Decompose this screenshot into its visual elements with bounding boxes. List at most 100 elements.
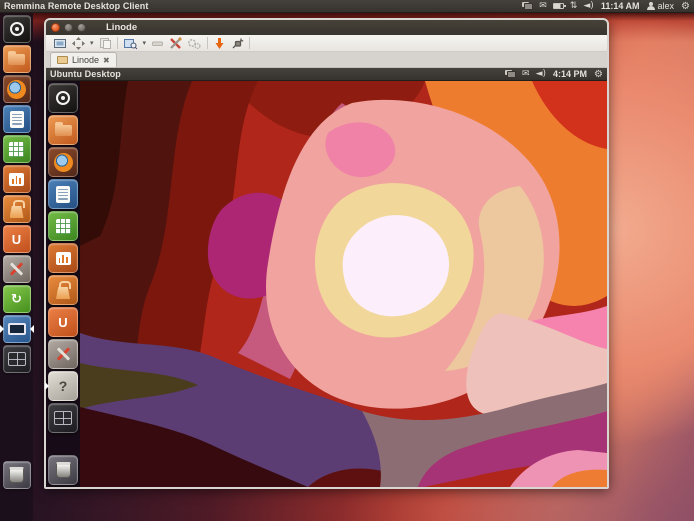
- remote-launcher-item-home-folder[interactable]: [48, 115, 78, 145]
- gears-button[interactable]: [187, 37, 202, 50]
- writer-doc-icon: [10, 111, 24, 128]
- remote-desktop-viewport[interactable]: Ubuntu Desktop ✉ ◄) 4:14 PM ⚙: [46, 68, 607, 487]
- gear-icon[interactable]: ⚙: [681, 1, 690, 12]
- mail-icon[interactable]: ✉: [539, 2, 547, 11]
- ubuntu-logo-icon: [56, 91, 70, 105]
- scale-window-button[interactable]: [72, 37, 85, 50]
- writer-doc-icon: [56, 186, 70, 203]
- scale-options-caret[interactable]: ▾: [90, 39, 94, 47]
- trash-bin-icon: [56, 462, 71, 478]
- shopping-bag-icon: [10, 200, 24, 218]
- user-menu[interactable]: alex: [647, 1, 675, 11]
- screen: Remmina Remote Desktop Client ✉ ⇅ ◄) 11:…: [0, 0, 694, 521]
- launcher-item-home-folder[interactable]: [3, 45, 31, 73]
- tab-bar: Linode ✖: [46, 52, 607, 68]
- minimize-button[interactable]: [64, 23, 73, 32]
- volume-icon[interactable]: ◄): [536, 70, 546, 79]
- launcher-item-remmina[interactable]: [3, 315, 31, 343]
- circular-arrow-icon: ↻: [11, 292, 22, 307]
- ubuntu-one-icon: U: [12, 232, 21, 247]
- tools-button[interactable]: [169, 37, 182, 50]
- tab-linode[interactable]: Linode ✖: [50, 52, 117, 67]
- trash-bin-icon: [9, 467, 24, 483]
- ubuntu-logo-icon: [10, 22, 24, 36]
- window-title: Linode: [106, 22, 137, 33]
- remote-launcher-item-ubuntu-one[interactable]: U: [48, 307, 78, 337]
- grab-keyboard-button[interactable]: [151, 37, 164, 50]
- screenshot-button[interactable]: [123, 37, 138, 50]
- remote-wallpaper: [80, 81, 607, 487]
- toolbar-separator: [207, 37, 208, 49]
- launcher-item-firefox[interactable]: [3, 75, 31, 103]
- remote-launcher-item-system-settings[interactable]: [48, 339, 78, 369]
- username: alex: [658, 1, 675, 11]
- impress-slide-icon: [56, 252, 71, 265]
- launcher-item-ubuntu-one[interactable]: U: [3, 225, 31, 253]
- disconnect-button[interactable]: [231, 37, 244, 50]
- remote-desktop-body: U ?: [46, 81, 607, 487]
- remote-clock[interactable]: 4:14 PM: [553, 69, 587, 79]
- remote-launcher: U ?: [46, 81, 80, 487]
- folder-icon: [55, 125, 72, 136]
- tab-close-icon[interactable]: ✖: [103, 56, 110, 65]
- gear-icon[interactable]: ⚙: [594, 69, 603, 80]
- sync-icon[interactable]: ⇅: [570, 2, 578, 11]
- download-button[interactable]: [213, 37, 226, 50]
- remote-menubar: Ubuntu Desktop ✉ ◄) 4:14 PM ⚙: [46, 68, 607, 81]
- remote-launcher-item-workspace-switcher[interactable]: [48, 403, 78, 433]
- duplicate-connection-button[interactable]: [99, 37, 112, 50]
- remmina-toolbar: ▾ ▾: [46, 35, 607, 52]
- remote-tray: ✉ ◄): [505, 70, 546, 79]
- network-icon[interactable]: [505, 70, 516, 78]
- network-icon[interactable]: [522, 2, 533, 10]
- remmina-window: Linode ▾ ▾: [44, 18, 609, 489]
- launcher-item-system-settings[interactable]: [3, 255, 31, 283]
- ubuntu-one-icon: U: [58, 315, 67, 330]
- user-icon: [647, 2, 655, 10]
- host-clock[interactable]: 11:14 AM: [601, 1, 640, 11]
- close-button[interactable]: [51, 23, 60, 32]
- tab-label: Linode: [72, 55, 99, 65]
- screenshot-options-caret[interactable]: ▾: [143, 39, 147, 47]
- remote-launcher-item-libreoffice-impress[interactable]: [48, 243, 78, 273]
- host-tray: ✉ ⇅ ◄): [522, 2, 594, 11]
- host-menubar: Remmina Remote Desktop Client ✉ ⇅ ◄) 11:…: [0, 0, 694, 13]
- workspace-grid-icon: [8, 352, 26, 366]
- remote-launcher-item-software-center[interactable]: [48, 275, 78, 305]
- remote-launcher-item-dash-home[interactable]: [48, 83, 78, 113]
- mail-icon[interactable]: ✉: [522, 70, 530, 79]
- remote-launcher-item-libreoffice-writer[interactable]: [48, 179, 78, 209]
- battery-icon[interactable]: [553, 3, 564, 9]
- remote-launcher-item-trash[interactable]: [48, 455, 78, 485]
- launcher-item-software-center[interactable]: [3, 195, 31, 223]
- question-mark-icon: ?: [59, 378, 68, 394]
- launcher-item-libreoffice-writer[interactable]: [3, 105, 31, 133]
- launcher-item-libreoffice-impress[interactable]: [3, 165, 31, 193]
- remmina-monitor-icon: [8, 323, 26, 335]
- running-indicator-arrow: [0, 325, 4, 333]
- firefox-icon: [7, 80, 26, 99]
- remote-launcher-item-firefox[interactable]: [48, 147, 78, 177]
- maximize-button[interactable]: [77, 23, 86, 32]
- launcher-item-dash-home[interactable]: [3, 15, 31, 43]
- volume-icon[interactable]: ◄): [583, 2, 593, 11]
- firefox-icon: [54, 153, 73, 172]
- remote-desktop-title: Ubuntu Desktop: [50, 69, 121, 79]
- launcher-item-trash[interactable]: [3, 461, 31, 489]
- launcher-item-workspace-switcher[interactable]: [3, 345, 31, 373]
- calc-sheet-icon: [56, 219, 71, 234]
- tools-icon: [9, 261, 25, 277]
- window-titlebar[interactable]: Linode: [46, 20, 607, 35]
- toolbar-separator: [117, 37, 118, 49]
- workspace-grid-icon: [54, 411, 72, 425]
- shopping-bag-icon: [56, 281, 70, 299]
- remote-launcher-item-help[interactable]: ?: [48, 371, 78, 401]
- launcher-item-libreoffice-calc[interactable]: [3, 135, 31, 163]
- remote-launcher-item-libreoffice-calc[interactable]: [48, 211, 78, 241]
- wallpaper-art: [80, 81, 607, 487]
- launcher-item-update-manager[interactable]: ↻: [3, 285, 31, 313]
- folder-icon: [8, 54, 25, 65]
- fullscreen-button[interactable]: [53, 37, 67, 50]
- focused-indicator-arrow: [30, 325, 34, 333]
- toolbar-separator: [249, 37, 250, 49]
